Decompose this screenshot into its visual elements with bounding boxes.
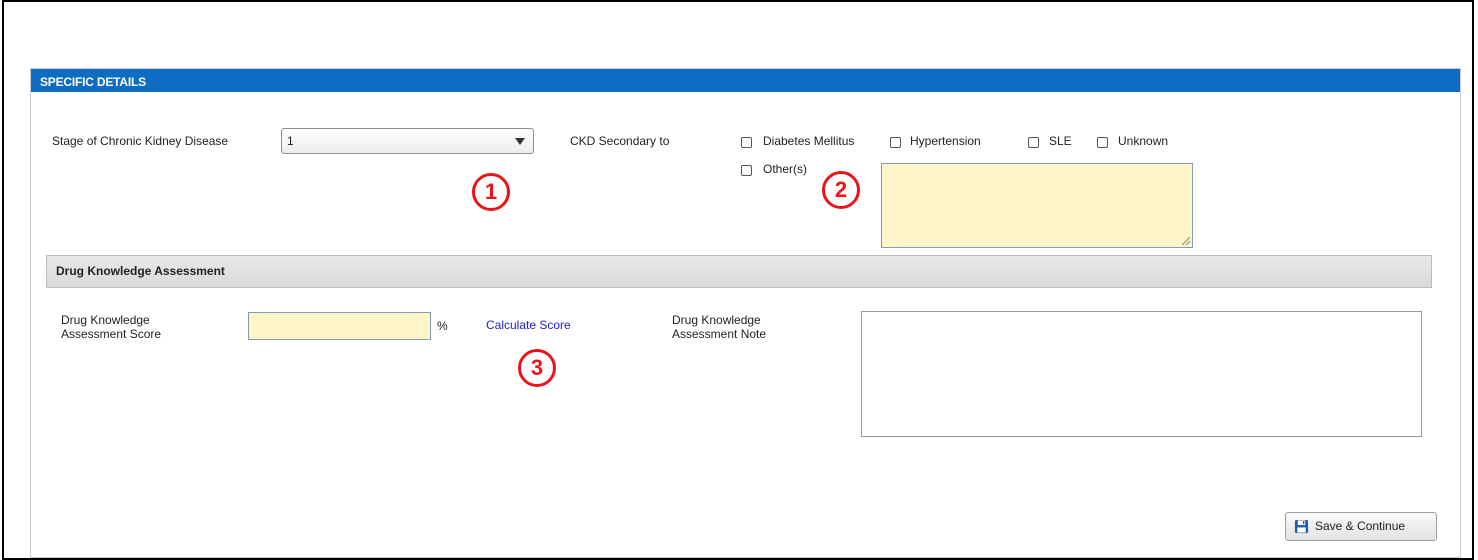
checkbox-hypertension[interactable] [890, 137, 901, 148]
stage-label: Stage of Chronic Kidney Disease [52, 134, 229, 148]
score-label-line1: Drug Knowledge [61, 313, 150, 327]
checkbox-diabetes-mellitus-label: Diabetes Mellitus [763, 134, 855, 148]
note-label-line2: Assessment Note [672, 327, 767, 341]
checkbox-unknown[interactable] [1097, 137, 1108, 148]
chevron-down-icon [515, 138, 525, 145]
others-textarea[interactable] [881, 163, 1193, 248]
drug-knowledge-section-header: Drug Knowledge Assessment [46, 255, 1432, 288]
checkbox-sle[interactable] [1028, 137, 1039, 148]
score-label-line2: Assessment Score [61, 327, 162, 341]
checkbox-others[interactable] [741, 165, 752, 176]
percent-symbol: % [437, 319, 448, 333]
floppy-disk-icon [1294, 519, 1309, 534]
callout-3: 3 [518, 349, 556, 387]
callout-1: 1 [472, 173, 510, 211]
stage-select[interactable]: 1 [281, 128, 534, 154]
score-input[interactable] [248, 312, 431, 340]
score-label: Drug Knowledge Assessment Score [61, 313, 161, 341]
checkbox-others-label: Other(s) [763, 162, 808, 176]
calculate-score-link[interactable]: Calculate Score [486, 318, 571, 332]
callout-2: 2 [822, 171, 860, 209]
checkbox-hypertension-label: Hypertension [910, 134, 981, 148]
checkbox-diabetes-mellitus[interactable] [741, 137, 752, 148]
section-header: SPECIFIC DETAILS [31, 69, 1460, 92]
resize-grip-icon[interactable] [1182, 237, 1190, 245]
checkbox-sle-label: SLE [1049, 134, 1072, 148]
note-label-line1: Drug Knowledge [672, 313, 761, 327]
save-continue-button[interactable]: Save & Continue [1285, 512, 1437, 541]
checkbox-unknown-label: Unknown [1118, 134, 1169, 148]
ckd-secondary-label: CKD Secondary to [570, 134, 670, 148]
note-textarea[interactable] [861, 311, 1422, 437]
save-continue-label: Save & Continue [1315, 519, 1406, 533]
note-label: Drug Knowledge Assessment Note [672, 313, 766, 341]
stage-select-value: 1 [287, 134, 294, 148]
